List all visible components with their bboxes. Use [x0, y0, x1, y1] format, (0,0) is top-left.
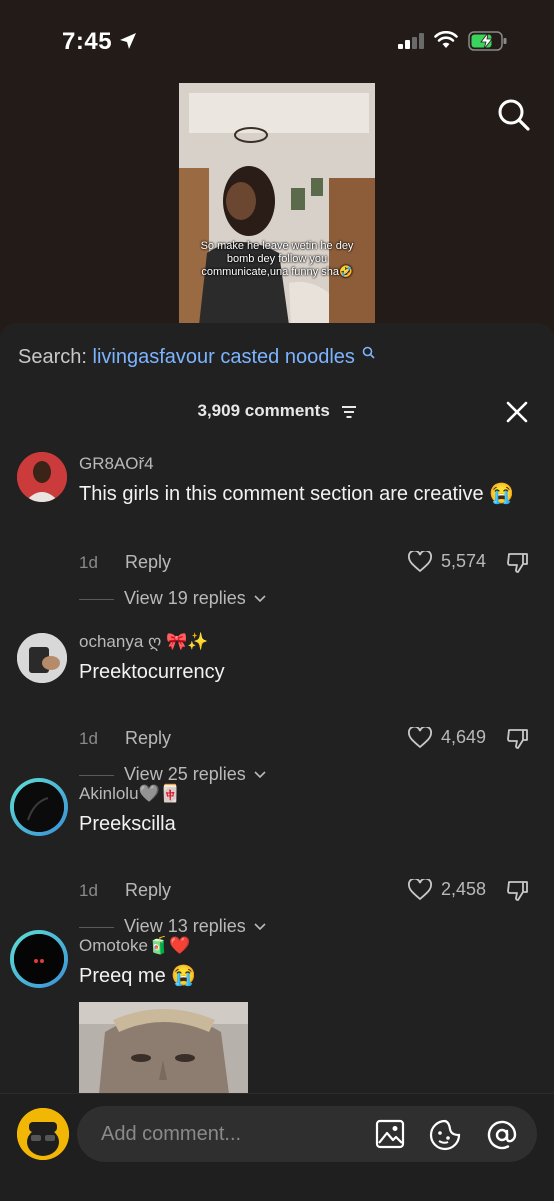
- like-button[interactable]: 2,458: [407, 877, 486, 901]
- heart-icon: [407, 549, 432, 573]
- filter-icon[interactable]: [341, 405, 357, 419]
- comment-username[interactable]: GR8AOř4: [79, 454, 154, 474]
- video-frame-image: [179, 83, 375, 325]
- comment-date: 1d: [79, 729, 98, 748]
- close-icon[interactable]: [504, 399, 530, 425]
- avatar-with-story-ring[interactable]: [10, 930, 68, 988]
- comment-text: Preektocurrency: [79, 661, 225, 683]
- wifi-icon: [434, 31, 458, 48]
- comment-input[interactable]: [99, 1122, 363, 1147]
- avatar: [14, 782, 64, 832]
- view-replies-button[interactable]: View 13 replies: [79, 916, 266, 937]
- view-replies-label: View 25 replies: [124, 764, 246, 784]
- dislike-icon[interactable]: [506, 879, 530, 903]
- comments-count: 3,909 comments: [197, 401, 330, 420]
- status-time: 7:45: [62, 28, 113, 55]
- attachment-photo: [79, 1002, 248, 1094]
- comment-text: This girls in this comment section are c…: [79, 483, 515, 505]
- comment-composer: [0, 1093, 554, 1201]
- my-avatar[interactable]: [17, 1108, 69, 1160]
- battery-charging-icon: [468, 31, 507, 51]
- like-count: 4,649: [440, 727, 486, 747]
- comment-username[interactable]: ochanya ღ 🎀✨: [79, 632, 208, 652]
- avatar: [14, 934, 64, 984]
- comment-image-attachment[interactable]: [79, 1002, 248, 1094]
- view-replies-button[interactable]: View 25 replies: [79, 764, 266, 785]
- search-mini-icon: [363, 346, 376, 359]
- heart-icon: [407, 877, 432, 901]
- avatar-image: [14, 782, 64, 832]
- dislike-icon[interactable]: [506, 551, 530, 575]
- comment-date: 1d: [79, 881, 98, 900]
- comment-username[interactable]: Akinlolu🩶🀄: [79, 784, 181, 804]
- chevron-down-icon: [254, 771, 266, 779]
- replies-divider: [79, 598, 114, 600]
- search-query-link[interactable]: livingasfavour casted noodles: [93, 346, 355, 368]
- search-suggestion[interactable]: Search: livingasfavour casted noodles: [18, 346, 376, 369]
- search-icon[interactable]: [496, 97, 532, 133]
- view-replies-label: View 13 replies: [124, 916, 246, 936]
- video-caption: So make he leave wetin he dey bomb dey f…: [200, 240, 354, 278]
- avatar-with-story-ring[interactable]: [10, 778, 68, 836]
- reply-button[interactable]: Reply: [125, 728, 171, 749]
- view-replies-button[interactable]: View 19 replies: [79, 588, 266, 609]
- location-arrow-icon: [120, 33, 136, 49]
- avatar[interactable]: [17, 452, 67, 502]
- comment-input-container[interactable]: [77, 1106, 537, 1162]
- chevron-down-icon: [254, 923, 266, 931]
- replies-divider: [79, 926, 114, 928]
- avatar-image: [17, 633, 67, 683]
- like-button[interactable]: 4,649: [407, 725, 486, 749]
- heart-icon: [407, 725, 432, 749]
- comment-text: Preekscilla: [79, 813, 176, 835]
- dislike-icon[interactable]: [506, 727, 530, 751]
- comment-date: 1d: [79, 553, 98, 572]
- reply-button[interactable]: Reply: [125, 880, 171, 901]
- view-replies-label: View 19 replies: [124, 588, 246, 608]
- comment-username[interactable]: Omotoke🧃❤️: [79, 936, 190, 956]
- replies-divider: [79, 774, 114, 776]
- search-label: Search:: [18, 346, 87, 368]
- avatar-image: [14, 934, 64, 984]
- comment-text: Preeq me 😭: [79, 965, 197, 987]
- like-count: 2,458: [440, 879, 486, 899]
- reply-button[interactable]: Reply: [125, 552, 171, 573]
- sticker-icon[interactable]: [429, 1119, 461, 1151]
- status-bar: 7:45: [0, 0, 554, 80]
- mention-icon[interactable]: [486, 1119, 518, 1151]
- image-icon[interactable]: [375, 1119, 405, 1149]
- like-button[interactable]: 5,574: [407, 549, 486, 573]
- comments-count-header[interactable]: 3,909 comments: [0, 401, 554, 421]
- my-avatar-image: [17, 1108, 69, 1160]
- signal-icon: [398, 33, 424, 49]
- like-count: 5,574: [440, 551, 486, 571]
- avatar[interactable]: [17, 633, 67, 683]
- video-thumbnail[interactable]: So make he leave wetin he dey bomb dey f…: [179, 83, 375, 325]
- avatar-image: [17, 452, 67, 502]
- chevron-down-icon: [254, 595, 266, 603]
